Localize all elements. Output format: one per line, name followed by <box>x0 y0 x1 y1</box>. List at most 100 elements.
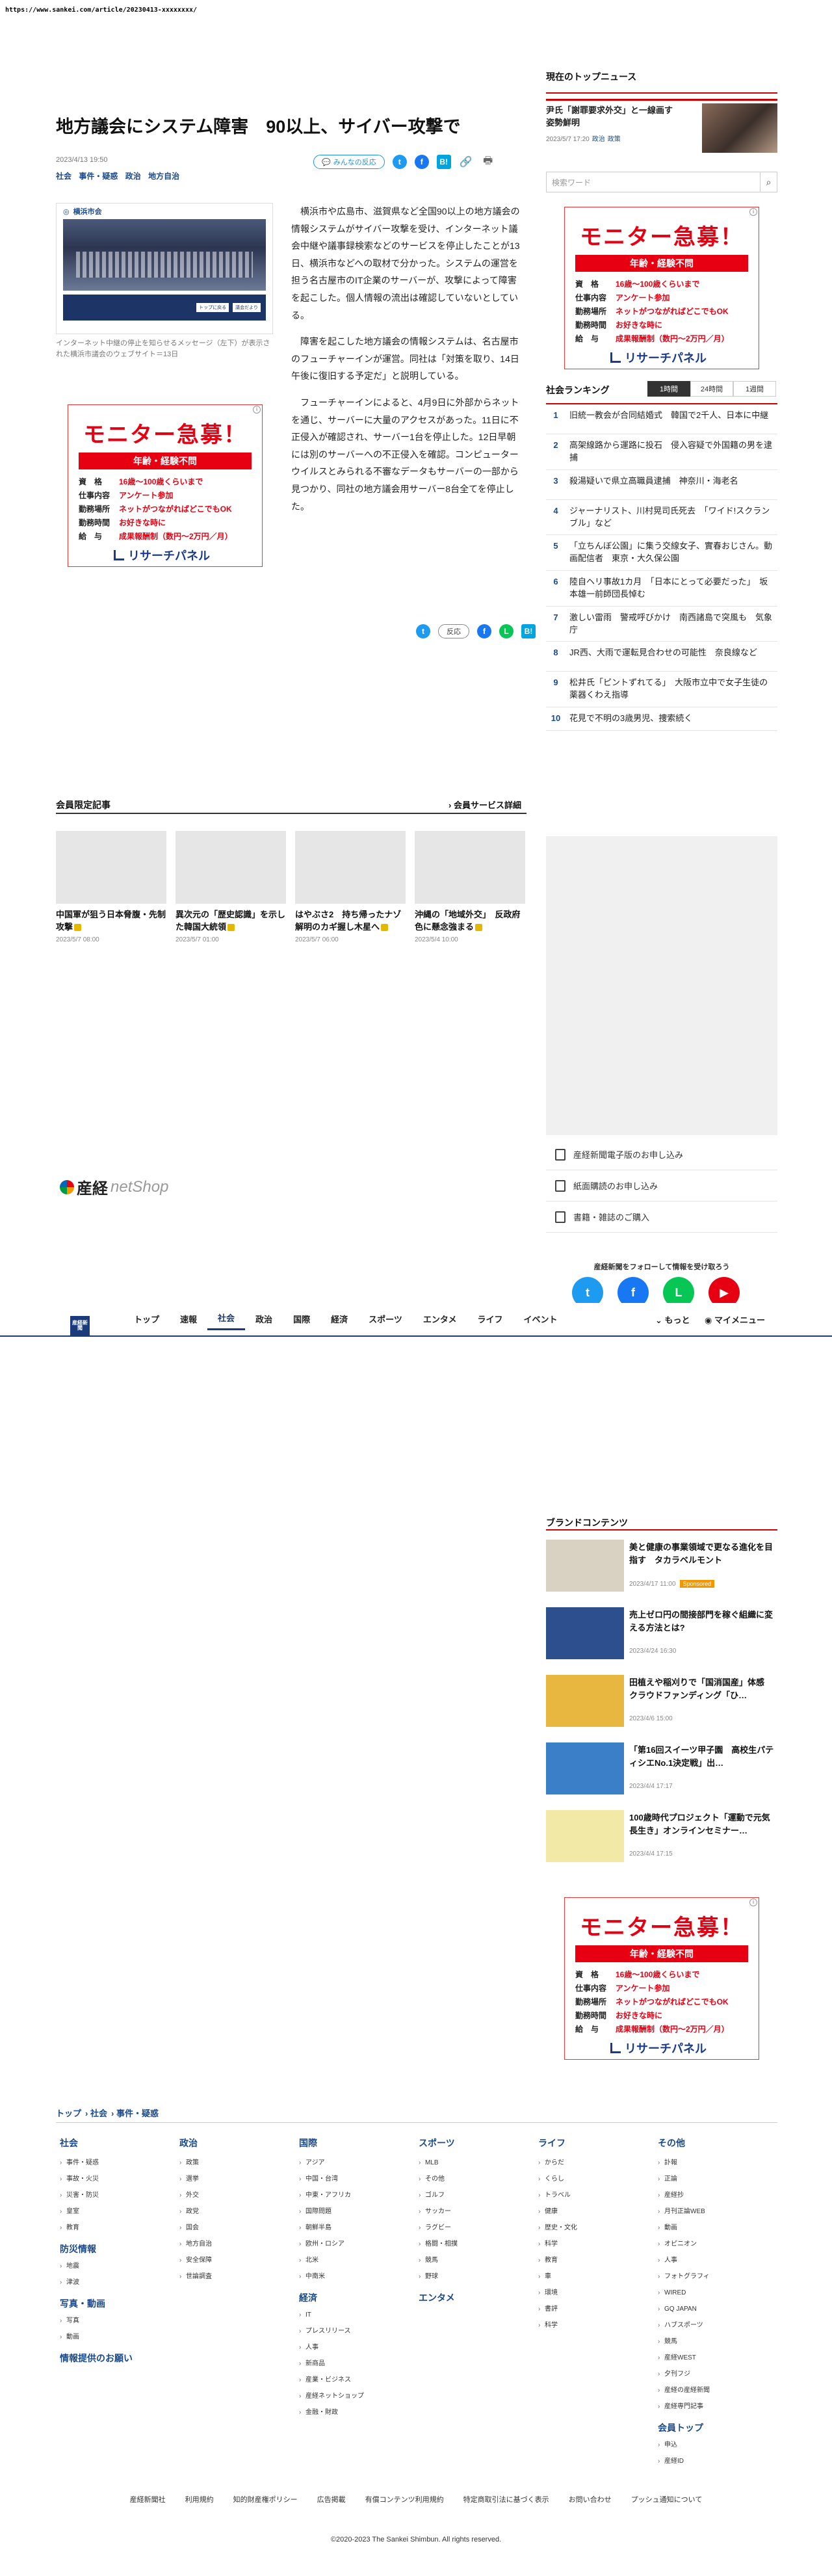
brand-content-title[interactable]: 100歳時代プロジェクト「運動で元気長生き」オンラインセミナー… <box>629 1811 776 1837</box>
member-article-thumbnail[interactable] <box>56 831 166 904</box>
footer-link[interactable]: 訃報 <box>658 2155 775 2171</box>
category-link[interactable]: 事件・疑惑 <box>79 172 118 181</box>
footer-link[interactable]: 外交 <box>179 2187 296 2203</box>
digital-subscription-link[interactable]: 産経新聞電子版のお申し込み <box>546 1139 777 1170</box>
top-news-item[interactable]: 尹氏「謝罪要求外交」と一線画す 姿勢鮮明 2023/5/7 17:20 政治 政策 <box>546 99 777 153</box>
footer-column-heading[interactable]: 防災情報 <box>60 2242 177 2255</box>
nav-more-button[interactable]: ⌄ もっと <box>655 1313 690 1326</box>
footer-link[interactable]: 産経の産経新聞 <box>658 2382 775 2399</box>
books-purchase-link[interactable]: 書籍・雑誌のご購入 <box>546 1202 777 1233</box>
my-menu-button[interactable]: ◉ マイメニュー <box>705 1313 765 1326</box>
ranking-item[interactable]: 10 花見で不明の3歳男児、捜索続く <box>546 707 777 731</box>
footer-link[interactable]: オピニオン <box>658 2236 775 2252</box>
footer-link[interactable]: GQ JAPAN <box>658 2301 775 2317</box>
breadcrumb-item[interactable]: 社会 <box>90 2109 107 2118</box>
footer-link[interactable]: 車 <box>538 2268 655 2285</box>
footer-link[interactable]: 安全保障 <box>179 2252 296 2268</box>
footer-link[interactable]: 国会 <box>179 2220 296 2236</box>
netshop-logo[interactable]: 産経 netShop <box>60 1176 168 1198</box>
ad-info-icon[interactable]: i <box>749 208 757 216</box>
footer-link[interactable]: 月刊正論WEB <box>658 2203 775 2220</box>
rank-title[interactable]: 花見で不明の3歳男児、捜索続く <box>569 713 692 725</box>
footer-link[interactable]: 産経新聞社 <box>130 2494 166 2504</box>
brand-content-title[interactable]: 売上ゼロ円の間接部門を稼ぐ組織に変える方法とは? <box>629 1609 776 1634</box>
footer-link[interactable]: WIRED <box>658 2285 775 2301</box>
category-link[interactable]: 地方自治 <box>148 172 179 181</box>
footer-link[interactable]: 動画 <box>60 2329 177 2345</box>
member-article-title[interactable]: 沖縄の「地域外交」 反政府色に懸念強まる <box>415 909 525 934</box>
nav-item[interactable]: ライフ <box>467 1307 513 1330</box>
nav-item[interactable]: スポーツ <box>358 1307 413 1330</box>
reaction-button[interactable]: 反応 <box>438 624 469 638</box>
ranking-item[interactable]: 3 殺湯疑いで県立高職員逮捕 神奈川・海老名 <box>546 470 777 500</box>
footer-link[interactable]: 中南米 <box>299 2268 416 2285</box>
ranking-item[interactable]: 1 旧統一教会が合同結婚式 韓国で2千人、日本に中継 <box>546 404 777 434</box>
rank-title[interactable]: 旧統一教会が合同結婚式 韓国で2千人、日本に中継 <box>569 410 768 428</box>
footer-link[interactable]: 地方自治 <box>179 2236 296 2252</box>
member-article-card[interactable]: はやぶさ2 持ち帰ったナゾ 解明のカギ握し木星へ 2023/5/7 06:00 <box>295 831 410 943</box>
footer-link[interactable]: 科学 <box>538 2236 655 2252</box>
footer-link[interactable]: 地震 <box>60 2258 177 2274</box>
print-icon[interactable]: 🖶 <box>481 155 495 169</box>
footer-link[interactable]: 事件・疑惑 <box>60 2155 177 2171</box>
twitter-share-icon[interactable]: t <box>392 155 407 169</box>
footer-link[interactable]: 産経抄 <box>658 2187 775 2203</box>
footer-link[interactable]: 夕刊フジ <box>658 2366 775 2382</box>
member-article-title[interactable]: 中国軍が狙う日本脅腹・先制攻撃 <box>56 909 166 934</box>
top-news-thumbnail[interactable] <box>702 103 777 153</box>
footer-column-heading[interactable]: エンタメ <box>419 2291 536 2304</box>
advertisement-banner[interactable]: i モニター急募！ 年齢・経験不問 資 格 16歳～100歳くらいまで 仕事内容ア… <box>564 1897 759 2060</box>
footer-link[interactable]: プッシュ通知について <box>631 2494 703 2504</box>
reaction-button[interactable]: 💬 みんなの反応 <box>313 155 385 169</box>
footer-link[interactable]: アジア <box>299 2155 416 2171</box>
footer-link[interactable]: 朝鮮半島 <box>299 2220 416 2236</box>
brand-content-item[interactable]: 100歳時代プロジェクト「運動で元気長生き」オンラインセミナー… 2023/4/4… <box>546 1810 777 1878</box>
rank-title[interactable]: 高架線路から運路に投石 侵入容疑で外国籍の男を逮捕 <box>569 440 774 464</box>
rank-title[interactable]: 激しい雷雨 警戒呼びかけ 南西諸島で突風も 気象庁 <box>569 612 774 637</box>
footer-link[interactable]: ラグビー <box>419 2220 536 2236</box>
footer-link[interactable]: 申込 <box>658 2437 775 2453</box>
footer-link[interactable]: 国際問題 <box>299 2203 416 2220</box>
ranking-item[interactable]: 2 高架線路から運路に投石 侵入容疑で外国籍の男を逮捕 <box>546 434 777 470</box>
footer-link[interactable]: 津波 <box>60 2274 177 2291</box>
footer-link[interactable]: ゴルフ <box>419 2187 536 2203</box>
footer-link[interactable]: IT <box>299 2307 416 2323</box>
footer-link[interactable]: 競馬 <box>419 2252 536 2268</box>
nav-item[interactable]: トップ <box>124 1307 170 1330</box>
brand-content-item[interactable]: 「第16回スイーツ甲子園 高校生パティシエNo.1決定戦」出… 2023/4/4 … <box>546 1742 777 1810</box>
brand-content-thumbnail[interactable] <box>546 1810 624 1862</box>
category-link[interactable]: 社会 <box>56 172 72 181</box>
hatena-share-icon[interactable]: B! <box>436 155 451 169</box>
footer-link[interactable]: 政党 <box>179 2203 296 2220</box>
hatena-share-icon[interactable]: B! <box>521 624 536 638</box>
footer-link[interactable]: からだ <box>538 2155 655 2171</box>
tab-24hours[interactable]: 24時間 <box>690 381 733 397</box>
member-article-thumbnail[interactable] <box>295 831 406 904</box>
footer-link[interactable]: 野球 <box>419 2268 536 2285</box>
footer-link[interactable]: 皇室 <box>60 2203 177 2220</box>
footer-column-heading[interactable]: 写真・動画 <box>60 2297 177 2310</box>
footer-link[interactable]: 教育 <box>60 2220 177 2236</box>
footer-column-heading[interactable]: スポーツ <box>419 2136 536 2149</box>
footer-link[interactable]: 有償コンテンツ利用規約 <box>365 2494 444 2504</box>
footer-link[interactable]: 産経ID <box>658 2453 775 2469</box>
rank-title[interactable]: 陸自ヘリ事故1カ月 「日本にとって必要だった」 坂本雄一前師団長悼む <box>569 576 774 601</box>
footer-column-heading[interactable]: 情報提供のお願い <box>60 2352 177 2365</box>
brand-content-title[interactable]: 美と健康の事業領域で更なる進化を目指す タカラベルモント <box>629 1541 776 1566</box>
footer-link[interactable]: フォトグラフィ <box>658 2268 775 2285</box>
footer-link[interactable]: くらし <box>538 2171 655 2187</box>
footer-link[interactable]: 健康 <box>538 2203 655 2220</box>
rank-title[interactable]: ジャーナリスト、川村晃司氏死去 「ワイド!スクランブル」など <box>569 505 774 530</box>
footer-column-heading[interactable]: ライフ <box>538 2136 655 2149</box>
top-news-title[interactable]: 尹氏「謝罪要求外交」と一線画す 姿勢鮮明 <box>546 105 689 129</box>
footer-link[interactable]: 利用規約 <box>185 2494 214 2504</box>
footer-link[interactable]: 歴史・文化 <box>538 2220 655 2236</box>
brand-content-item[interactable]: 売上ゼロ円の間接部門を稼ぐ組織に変える方法とは? 2023/4/24 16:30 <box>546 1607 777 1675</box>
footer-column-heading[interactable]: 国際 <box>299 2136 416 2149</box>
footer-link[interactable]: お問い合わせ <box>569 2494 612 2504</box>
brand-content-item[interactable]: 田植えや稲刈りで「国消国産」体感 クラウドファンディング「ひ… 2023/4/6 … <box>546 1675 777 1742</box>
brand-content-thumbnail[interactable] <box>546 1607 624 1659</box>
nav-item[interactable]: 速報 <box>170 1307 207 1330</box>
footer-link[interactable]: 環境 <box>538 2285 655 2301</box>
nav-item[interactable]: 政治 <box>245 1307 283 1330</box>
